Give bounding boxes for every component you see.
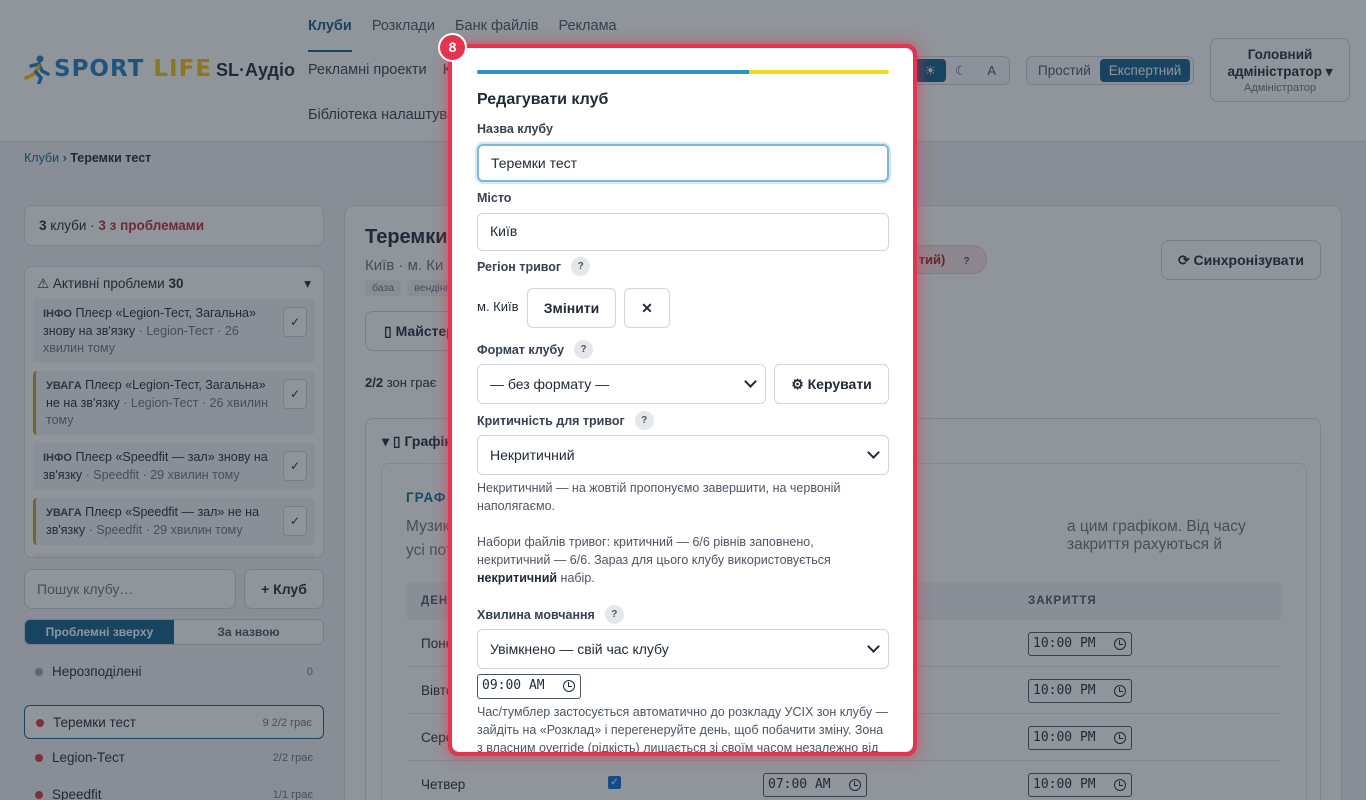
criticality-description: Некритичний — на жовтій пропонуємо завер… bbox=[477, 481, 841, 513]
clear-region-button[interactable]: ✕ bbox=[624, 288, 670, 328]
manage-formats-button[interactable]: ⚙ Керувати bbox=[774, 364, 889, 404]
edit-club-modal: Редагувати клуб Назва клубу Теремки тест… bbox=[452, 48, 913, 752]
modal-progress-bar bbox=[477, 70, 889, 74]
help-icon[interactable]: ? bbox=[574, 340, 594, 359]
alarm-sets-description: Набори файлів тривог: критичний — 6/6 рі… bbox=[477, 535, 831, 585]
alarm-region-value: м. Київ bbox=[477, 299, 519, 314]
minute-silence-select[interactable]: Увімкнено — свій час клубу bbox=[477, 629, 889, 669]
clock-icon bbox=[563, 680, 575, 692]
step-badge: 8 bbox=[438, 33, 467, 62]
club-format-label: Формат клубу? bbox=[477, 340, 594, 359]
criticality-label: Критичність для тривог? bbox=[477, 411, 654, 430]
club-name-label: Назва клубу bbox=[477, 122, 553, 136]
minute-silence-time-input[interactable]: 09:00 AM bbox=[477, 674, 581, 699]
chevron-down-icon bbox=[744, 375, 757, 388]
city-label: Місто bbox=[477, 191, 512, 205]
chevron-down-icon bbox=[867, 640, 880, 653]
help-icon[interactable]: ? bbox=[634, 411, 654, 430]
help-icon[interactable]: ? bbox=[604, 605, 624, 624]
city-input[interactable]: Київ bbox=[477, 213, 889, 251]
alarm-region-label: Регіон тривог? bbox=[477, 257, 591, 276]
help-icon[interactable]: ? bbox=[571, 257, 591, 276]
club-name-input[interactable]: Теремки тест bbox=[477, 144, 889, 182]
minute-silence-description: Час/тумблер застосується автоматично до … bbox=[477, 705, 889, 752]
minute-silence-label: Хвилина мовчання? bbox=[477, 605, 624, 624]
change-region-button[interactable]: Змінити bbox=[527, 288, 616, 328]
chevron-down-icon bbox=[867, 446, 880, 459]
club-format-select[interactable]: — без формату — bbox=[477, 364, 766, 404]
criticality-select[interactable]: Некритичний bbox=[477, 435, 889, 475]
modal-title: Редагувати клуб bbox=[477, 91, 609, 108]
